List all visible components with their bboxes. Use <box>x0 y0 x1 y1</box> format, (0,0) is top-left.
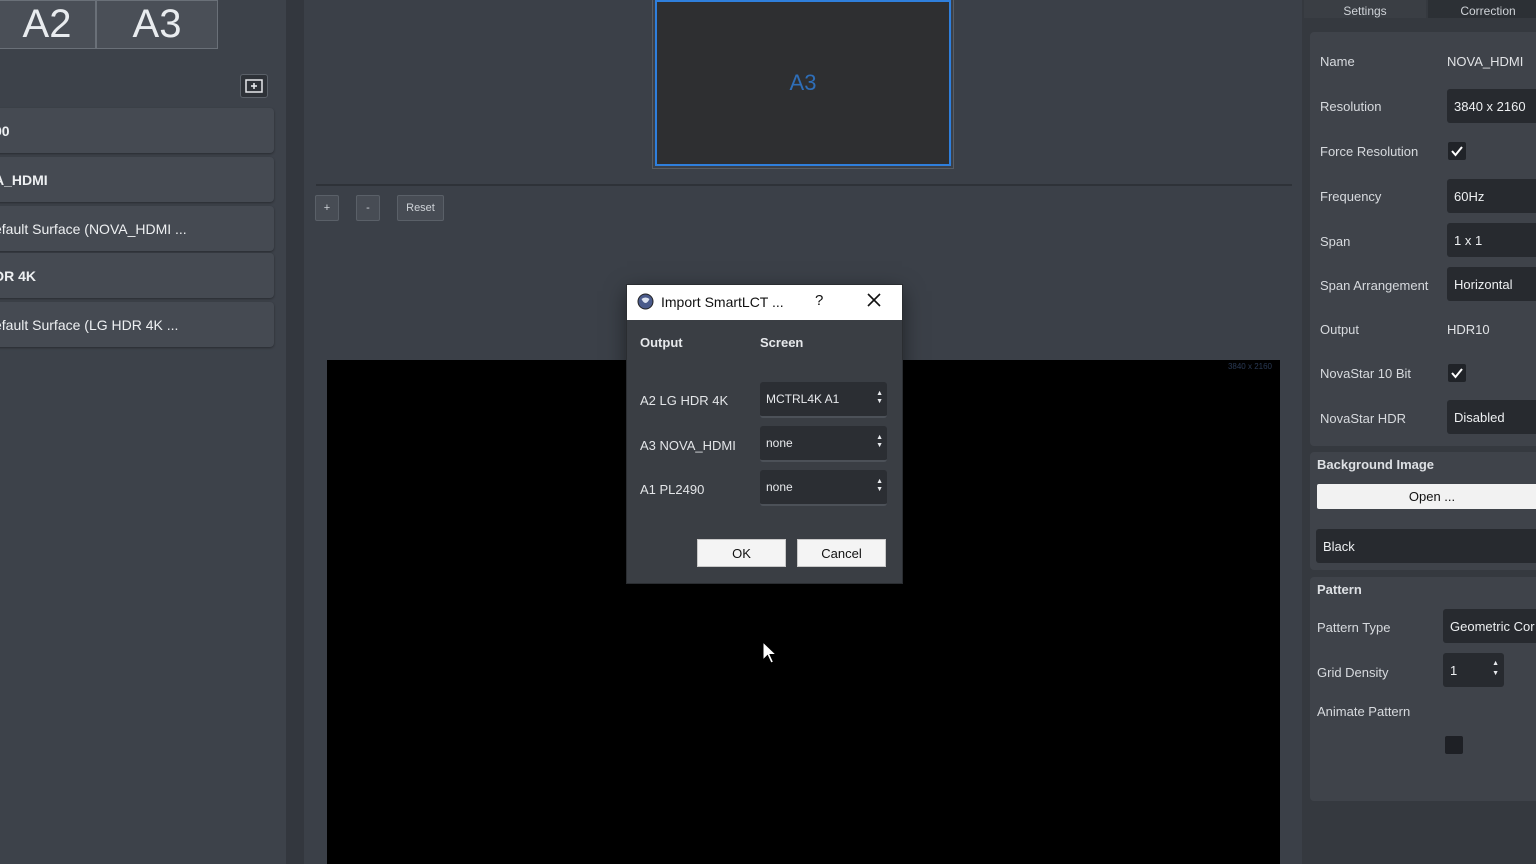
output-tile-a2[interactable]: A2 <box>0 0 96 49</box>
screen-thumbnail-a3[interactable]: A3 <box>652 0 954 169</box>
close-icon[interactable] <box>865 291 883 309</box>
dialog-titlebar[interactable]: Import SmartLCT ... ? <box>627 285 902 320</box>
divider <box>316 184 1292 186</box>
span-arrangement-dropdown[interactable]: Horizontal <box>1447 267 1536 301</box>
app-logo-icon <box>637 293 654 310</box>
list-item-surface-1[interactable]: efault Surface (NOVA_HDMI ... <box>0 206 274 251</box>
pattern-type-label: Pattern Type <box>1317 620 1391 635</box>
screen-select-value: none <box>766 436 793 450</box>
output-label: Output <box>1320 322 1360 337</box>
screen-select-row-2[interactable]: none ▲ ▼ <box>760 426 887 462</box>
spin-arrows-icon: ▲ ▼ <box>876 478 883 493</box>
novastar-hdr-dropdown[interactable]: Disabled <box>1447 400 1536 434</box>
name-label: Name <box>1320 54 1355 69</box>
column-header-screen: Screen <box>760 335 804 350</box>
stepper-arrows-icon[interactable]: ▲ ▼ <box>1492 659 1499 679</box>
list-item-output-3[interactable]: DR 4K <box>0 253 274 298</box>
output-label-row-3: A1 PL2490 <box>640 482 705 497</box>
output-value: HDR10 <box>1447 322 1490 337</box>
list-item-surface-2[interactable]: efault Surface (LG HDR 4K ... <box>0 302 274 347</box>
mouse-cursor-icon <box>762 641 778 664</box>
checkmark-icon <box>1451 368 1463 379</box>
animate-pattern-label: Animate Pattern <box>1317 704 1411 719</box>
list-item-label: efault Surface (NOVA_HDMI ... <box>0 220 187 237</box>
ok-button[interactable]: OK <box>697 539 786 567</box>
output-label-row-1: A2 LG HDR 4K <box>640 393 729 408</box>
add-surface-button[interactable] <box>240 74 268 98</box>
zoom-out-button[interactable]: - <box>356 195 380 221</box>
list-item-output-1[interactable]: 90 <box>0 108 274 153</box>
column-header-output: Output <box>640 335 683 350</box>
spin-arrows-icon: ▲ ▼ <box>876 390 883 405</box>
list-item-label: A_HDMI <box>0 171 48 188</box>
resolution-dropdown[interactable]: 3840 x 2160 <box>1447 89 1536 123</box>
force-resolution-checkbox[interactable] <box>1448 142 1466 160</box>
cancel-button[interactable]: Cancel <box>797 539 886 567</box>
novastar-10bit-checkbox[interactable] <box>1448 364 1466 382</box>
screen-select-row-3[interactable]: none ▲ ▼ <box>760 470 887 506</box>
grid-density-value: 1 <box>1450 662 1458 678</box>
dialog-title: Import SmartLCT ... <box>661 294 784 310</box>
screen-select-value: none <box>766 480 793 494</box>
name-value: NOVA_HDMI <box>1447 54 1524 69</box>
screen-select-value: MCTRL4K A1 <box>766 392 840 406</box>
animate-pattern-checkbox[interactable] <box>1445 736 1463 754</box>
span-arrangement-label: Span Arrangement <box>1320 278 1429 293</box>
novastar-hdr-label: NovaStar HDR <box>1320 411 1406 426</box>
background-image-title: Background Image <box>1317 457 1435 472</box>
span-label: Span <box>1320 234 1351 249</box>
span-dropdown[interactable]: 1 x 1 <box>1447 223 1536 257</box>
frequency-label: Frequency <box>1320 189 1382 204</box>
pattern-title: Pattern <box>1317 582 1362 597</box>
force-resolution-label: Force Resolution <box>1320 144 1419 159</box>
tab-correction[interactable]: Correction <box>1428 0 1536 18</box>
open-image-button[interactable]: Open ... <box>1317 484 1536 509</box>
list-item-label: 90 <box>0 122 10 139</box>
help-button[interactable]: ? <box>815 292 823 309</box>
spin-arrows-icon: ▲ ▼ <box>876 434 883 449</box>
grid-density-stepper[interactable]: 1 ▲ ▼ <box>1443 653 1504 687</box>
canvas-resolution-label: 3840 x 2160 <box>1227 362 1272 371</box>
output-tile-a3[interactable]: A3 <box>96 0 218 49</box>
zoom-in-button[interactable]: + <box>315 195 339 221</box>
frequency-dropdown[interactable]: 60Hz <box>1447 179 1536 213</box>
pattern-type-dropdown[interactable]: Geometric Cor <box>1443 609 1536 643</box>
add-icon <box>245 79 263 93</box>
list-item-label: efault Surface (LG HDR 4K ... <box>0 316 179 333</box>
list-item-output-2[interactable]: A_HDMI <box>0 157 274 202</box>
screen-thumbnail-label: A3 <box>789 70 817 95</box>
output-label-row-2: A3 NOVA_HDMI <box>640 438 736 453</box>
tab-settings[interactable]: Settings <box>1304 0 1426 18</box>
checkmark-icon <box>1451 146 1463 157</box>
resolution-label: Resolution <box>1320 99 1382 114</box>
panel-splitter[interactable] <box>286 0 304 864</box>
background-color-dropdown[interactable]: Black <box>1316 529 1536 563</box>
grid-density-label: Grid Density <box>1317 665 1389 680</box>
novastar-10bit-label: NovaStar 10 Bit <box>1320 366 1412 381</box>
import-smartlct-dialog: Import SmartLCT ... ? Output Screen A2 L… <box>627 285 902 583</box>
list-item-label: DR 4K <box>0 267 37 284</box>
reset-zoom-button[interactable]: Reset <box>397 195 444 221</box>
screen-select-row-1[interactable]: MCTRL4K A1 ▲ ▼ <box>760 382 887 418</box>
